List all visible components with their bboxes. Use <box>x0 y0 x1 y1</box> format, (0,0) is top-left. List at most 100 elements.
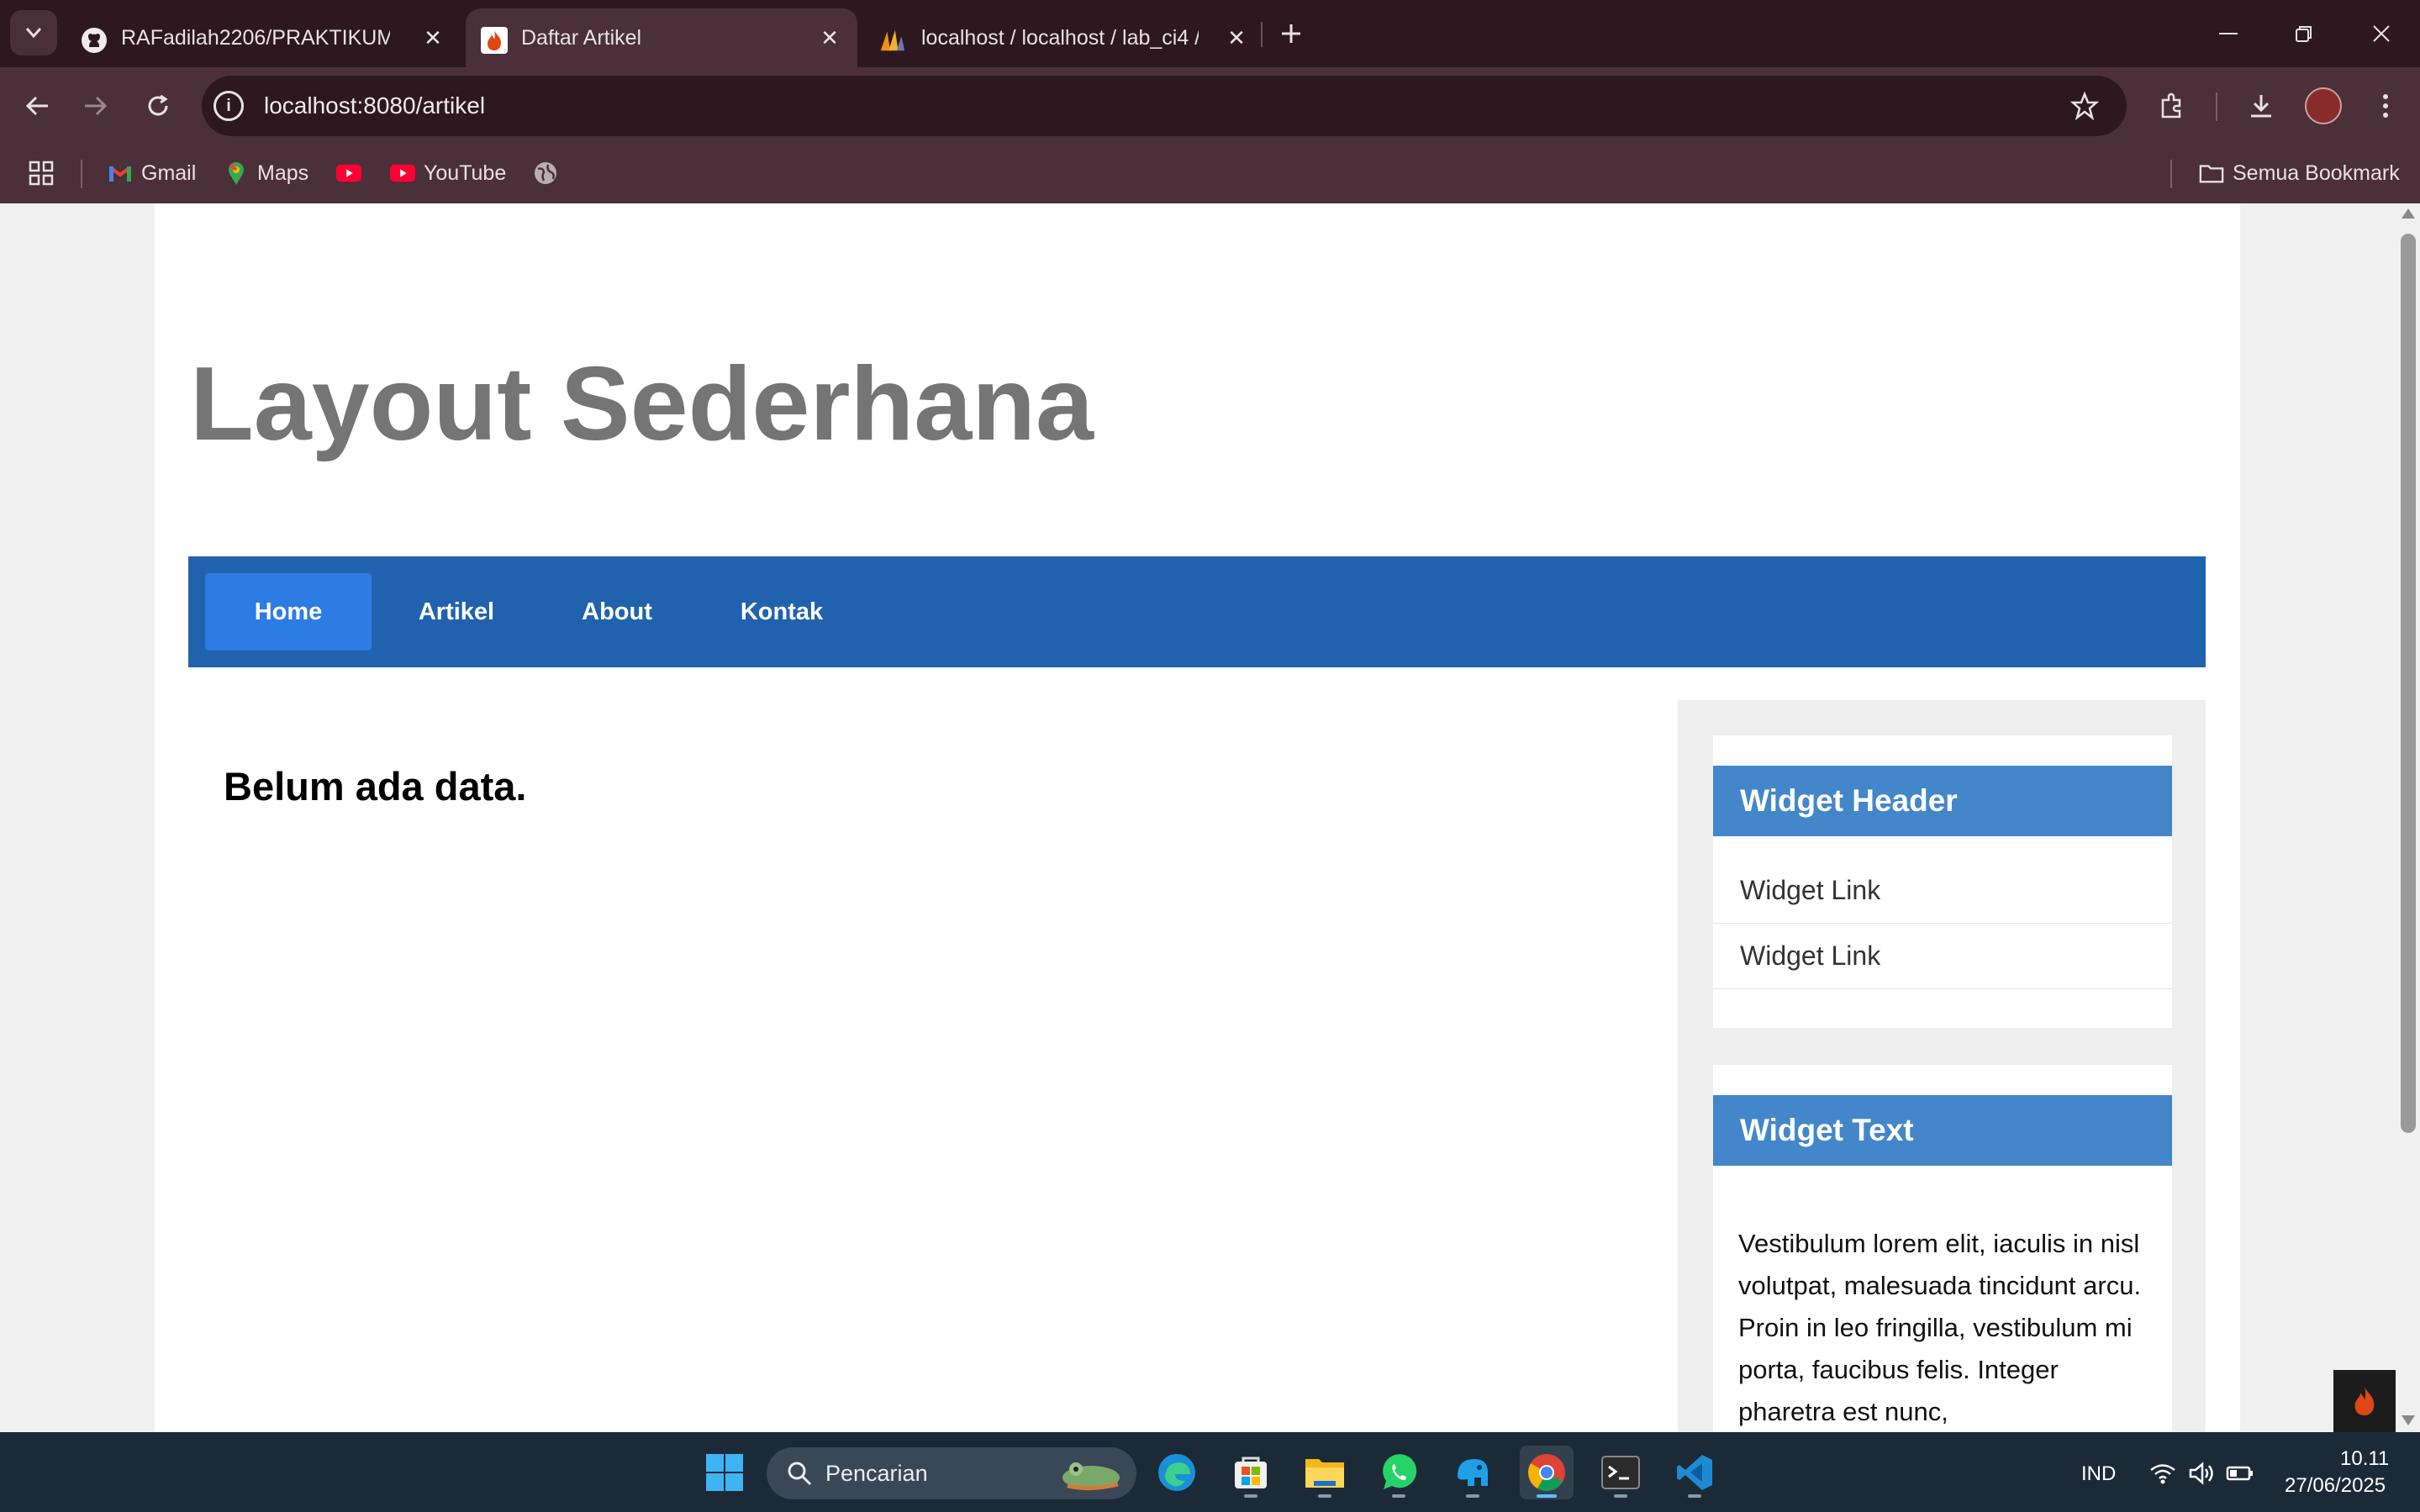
widget-link[interactable]: Widget Link <box>1713 924 2172 989</box>
close-icon[interactable]: ✕ <box>420 25 446 50</box>
bookmark-globe[interactable] <box>533 156 567 190</box>
nav-kontak[interactable]: Kontak <box>704 573 859 651</box>
scroll-thumb[interactable] <box>2401 234 2416 1133</box>
running-indicator <box>1392 1494 1405 1498</box>
forward-button[interactable] <box>76 86 116 126</box>
search-icon <box>785 1459 814 1488</box>
bookmark-label: Gmail <box>141 161 197 185</box>
volume-icon[interactable] <box>2187 1459 2216 1488</box>
sidebar: Widget Header Widget Link Widget Link Wi… <box>1678 700 2206 1432</box>
nav-about[interactable]: About <box>541 573 693 651</box>
restore-button[interactable] <box>2283 13 2325 54</box>
battery-icon[interactable] <box>2226 1459 2254 1488</box>
arrow-right-icon <box>85 96 108 116</box>
microsoft-store-icon[interactable] <box>1224 1446 1278 1499</box>
new-tab-button[interactable] <box>1273 15 1310 52</box>
running-indicator <box>1244 1494 1257 1498</box>
page-viewport: Layout Sederhana Home Artikel About Kont… <box>0 203 2396 1432</box>
elephant-app-icon[interactable] <box>1446 1446 1500 1499</box>
bookmark-maps[interactable]: Maps <box>224 156 308 190</box>
address-url[interactable]: localhost:8080/artikel <box>264 92 485 119</box>
bookmark-star-icon[interactable] <box>2066 87 2103 124</box>
vscode-icon[interactable] <box>1668 1446 1721 1499</box>
tab-daftar-artikel[interactable]: Daftar Artikel ✕ <box>466 8 857 67</box>
whatsapp-icon[interactable] <box>1372 1446 1426 1499</box>
bookmarks-bar: Gmail Maps YouTube Semua Bookmark <box>0 143 2420 203</box>
close-window-button[interactable] <box>2360 13 2402 54</box>
bookmark-youtube[interactable]: YouTube <box>390 156 506 190</box>
empty-data-message: Belum ada data. <box>224 764 527 809</box>
download-icon[interactable] <box>2241 86 2281 126</box>
scroll-down-arrow-icon[interactable] <box>2402 1415 2415 1425</box>
running-indicator <box>1466 1494 1479 1498</box>
tab-phpmyadmin[interactable]: localhost / localhost / lab_ci4 / i ✕ <box>869 8 1264 67</box>
arrow-left-icon <box>25 96 48 116</box>
extensions-icon[interactable] <box>2152 86 2192 126</box>
toolbar-separator <box>2216 92 2217 121</box>
kebab-menu-icon[interactable] <box>2365 86 2406 126</box>
chevron-down-icon <box>25 28 42 39</box>
nav-artikel[interactable]: Artikel <box>385 573 528 651</box>
youtube-icon <box>390 161 415 186</box>
page-container: Layout Sederhana Home Artikel About Kont… <box>155 203 2240 1432</box>
page-scrollbar[interactable] <box>2396 203 2420 1432</box>
clock-date[interactable]: 27/06/2025 <box>2285 1474 2386 1498</box>
bookmark-label: YouTube <box>424 161 507 185</box>
edge-icon[interactable] <box>1150 1446 1204 1499</box>
widget-text-body: Vestibulum lorem elit, iaculis in nisl v… <box>1738 1229 2142 1426</box>
tab-search-button[interactable] <box>10 10 57 55</box>
tab-strip: RAFadilah2206/PRAKTIKUM-P4 ✕ Daftar Arti… <box>0 0 2420 67</box>
main-nav: Home Artikel About Kontak <box>188 556 2206 667</box>
widget-link[interactable]: Widget Link <box>1713 858 2172 924</box>
bookmark-gmail[interactable]: Gmail <box>108 156 196 190</box>
browser-toolbar: i localhost:8080/artikel <box>0 67 2420 143</box>
profile-avatar[interactable] <box>2305 87 2342 124</box>
close-icon <box>2373 25 2390 42</box>
nav-home[interactable]: Home <box>205 573 372 651</box>
language-indicator[interactable]: IND <box>2081 1462 2116 1486</box>
restore-icon <box>2296 26 2312 42</box>
taskbar: Pencarian IND 10.11 27/06/2025 <box>0 1432 2420 1512</box>
wifi-icon[interactable] <box>2148 1459 2177 1488</box>
close-icon[interactable]: ✕ <box>1224 25 1249 50</box>
tab-github[interactable]: RAFadilah2206/PRAKTIKUM-P4 ✕ <box>71 8 461 67</box>
close-icon[interactable]: ✕ <box>817 25 842 50</box>
chrome-icon[interactable] <box>1520 1446 1574 1499</box>
running-indicator <box>1537 1494 1557 1498</box>
scroll-up-arrow-icon[interactable] <box>2402 208 2415 219</box>
minimize-button[interactable] <box>2207 13 2249 54</box>
reload-button[interactable] <box>138 86 178 126</box>
clock-time[interactable]: 10.11 <box>2340 1447 2389 1471</box>
codeigniter-debug-toolbar-icon[interactable] <box>2333 1370 2396 1432</box>
site-info-icon[interactable]: i <box>214 91 244 121</box>
bookmark-youtube-short[interactable] <box>336 156 370 190</box>
gmail-icon <box>108 161 133 186</box>
reload-icon <box>148 94 168 116</box>
github-icon <box>81 27 108 54</box>
tab-title: RAFadilah2206/PRAKTIKUM-P4 <box>121 25 390 50</box>
tab-title: localhost / localhost / lab_ci4 / i <box>921 25 1199 50</box>
bookmark-label: Maps <box>257 161 309 185</box>
file-explorer-icon[interactable] <box>1298 1446 1352 1499</box>
codeigniter-flame-icon <box>481 27 508 54</box>
search-placeholder: Pencarian <box>825 1460 928 1486</box>
running-indicator <box>1318 1494 1331 1498</box>
apps-grid-icon[interactable] <box>29 156 54 190</box>
widget-text: Widget Text Vestibulum lorem elit, iacul… <box>1713 1065 2172 1432</box>
all-bookmarks-button[interactable]: Semua Bookmark <box>2199 156 2400 190</box>
taskbar-search[interactable]: Pencarian <box>767 1447 1136 1499</box>
windows-start-icon[interactable] <box>698 1446 751 1499</box>
terminal-icon[interactable] <box>1594 1446 1648 1499</box>
folder-icon <box>2199 161 2224 186</box>
back-button[interactable] <box>17 86 57 126</box>
tab-separator <box>1261 22 1263 47</box>
frog-search-highlight-icon <box>1051 1452 1131 1494</box>
tab-title: Daftar Artikel <box>521 25 642 50</box>
bookmark-separator <box>81 160 82 188</box>
running-indicator <box>1614 1494 1627 1498</box>
phpmyadmin-icon <box>879 27 906 54</box>
running-indicator <box>1688 1494 1701 1498</box>
page-title: Layout Sederhana <box>190 346 1094 462</box>
bookmark-label: Semua Bookmark <box>2233 161 2400 185</box>
address-bar[interactable]: i localhost:8080/artikel <box>202 76 2127 136</box>
